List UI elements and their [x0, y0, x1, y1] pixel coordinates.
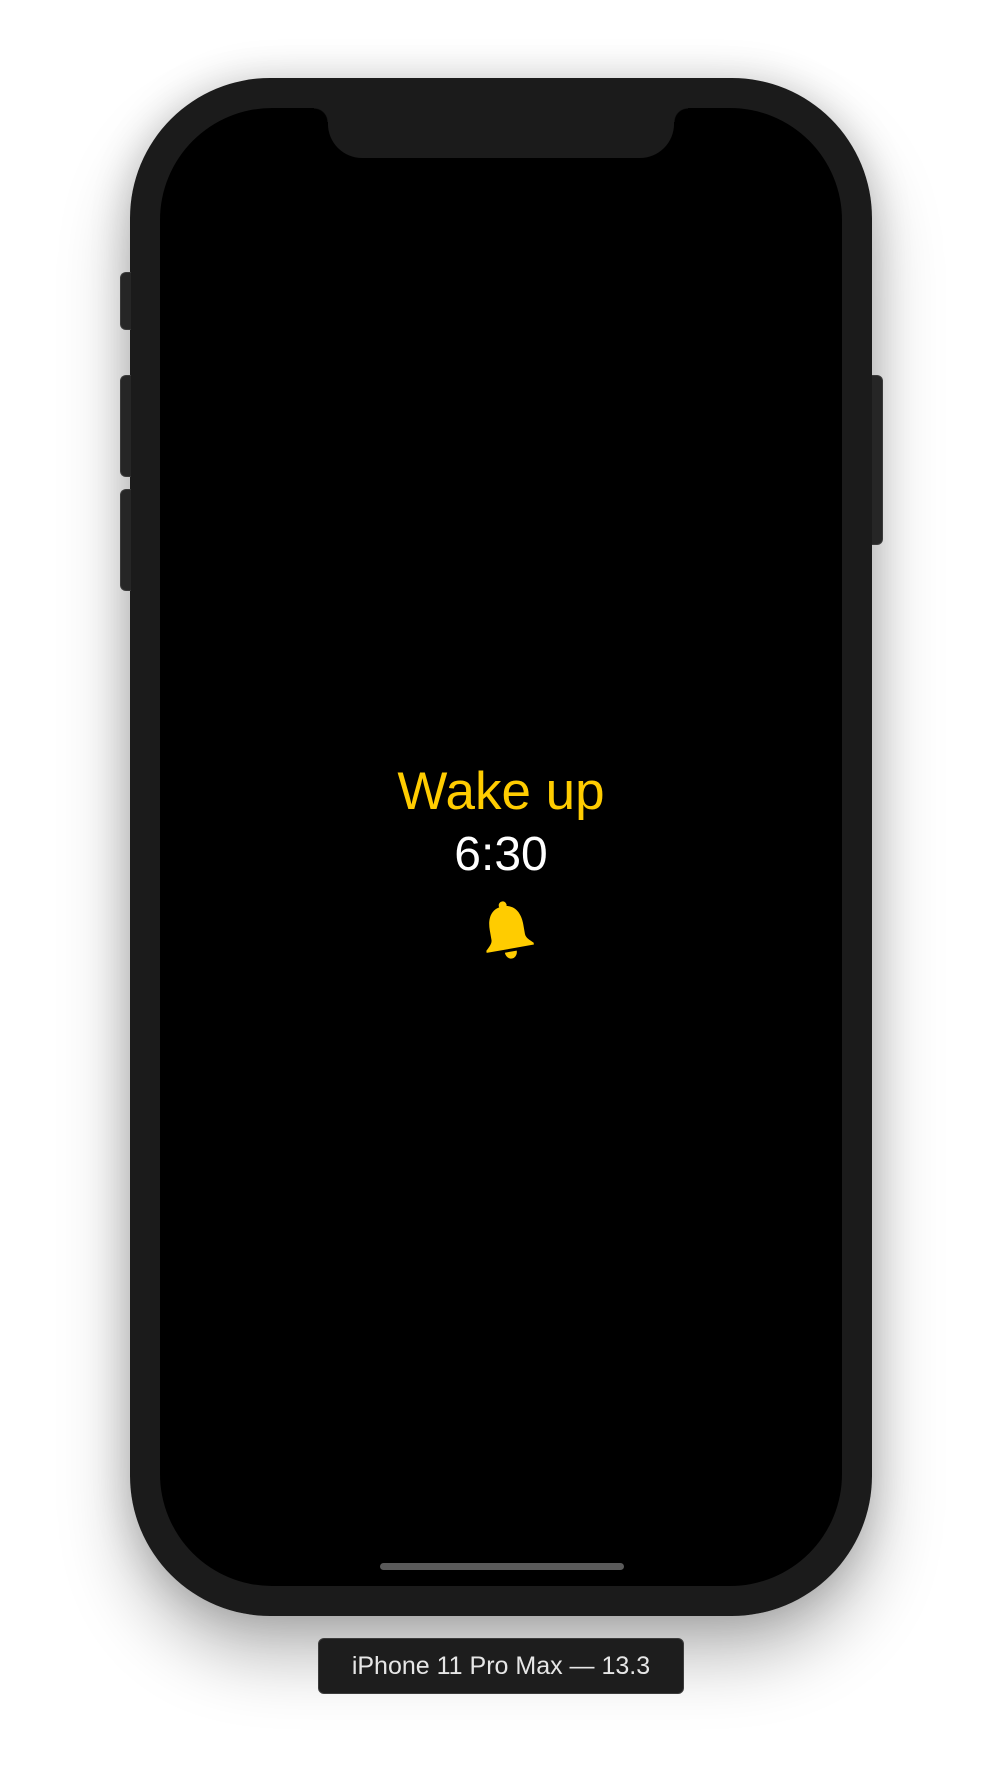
device-screen: Wake up 6:30 [160, 108, 842, 1586]
bell-icon [486, 901, 534, 959]
alarm-time: 6:30 [454, 828, 548, 881]
app-content: Wake up 6:30 [160, 108, 842, 1586]
alarm-title: Wake up [397, 762, 605, 821]
volume-down-button[interactable] [120, 489, 131, 591]
side-power-button[interactable] [872, 375, 883, 545]
home-indicator[interactable] [380, 1563, 624, 1570]
silent-switch[interactable] [120, 272, 131, 330]
device-label: iPhone 11 Pro Max — 13.3 [318, 1638, 684, 1694]
simulator-window: Wake up 6:30 iPhone 11 Pro Max — 13.3 [0, 0, 1002, 1766]
volume-up-button[interactable] [120, 375, 131, 477]
